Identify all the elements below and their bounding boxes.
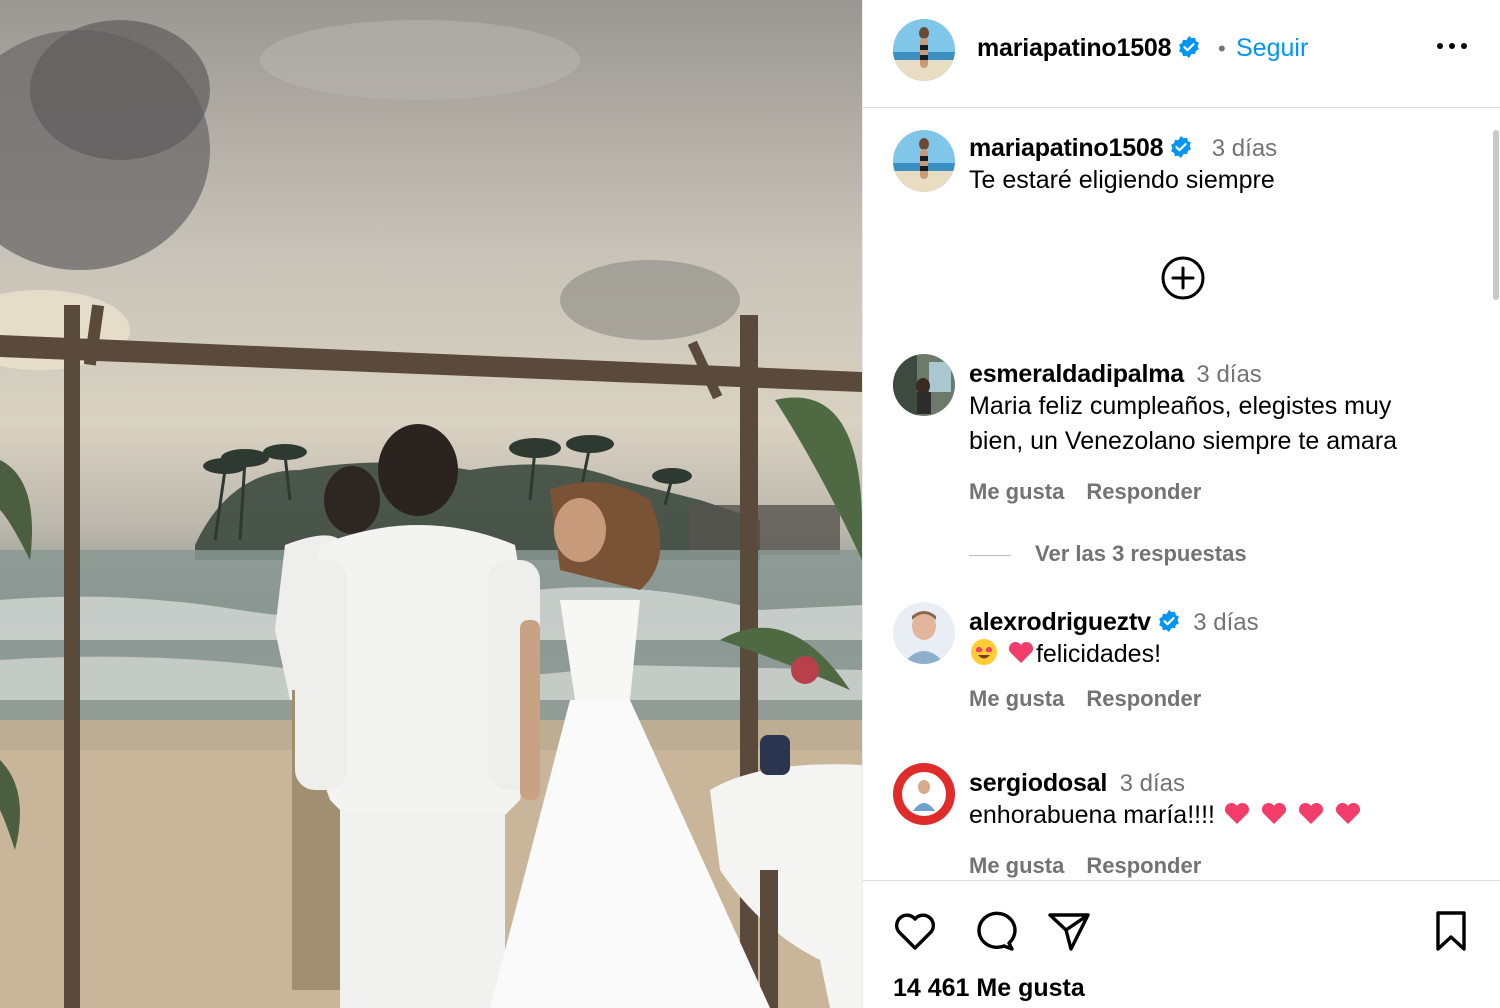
view-replies-button[interactable]: Ver las 3 respuestas — [969, 541, 1247, 567]
post-sidebar: mariapatino1508 • Seguir mariapatino1508… — [862, 0, 1500, 1008]
pink-heart-emoji-icon — [1008, 641, 1033, 663]
commenter-avatar[interactable] — [893, 602, 955, 664]
verified-badge-icon — [1179, 36, 1200, 58]
caption-time[interactable]: 3 días — [1212, 135, 1277, 162]
verified-badge-icon — [1171, 136, 1192, 158]
post-header: mariapatino1508 • Seguir — [863, 0, 1500, 108]
caption-avatar[interactable] — [893, 130, 955, 192]
post-photo[interactable] — [0, 0, 862, 1008]
comment-time[interactable]: 3 días — [1120, 770, 1185, 797]
comment-username[interactable]: alexrodrigueztv — [969, 608, 1151, 636]
comment-body: alexrodrigueztv 3 días felicidades! — [969, 608, 1469, 672]
comment-text: felicidades! — [969, 637, 1469, 672]
author-username-text[interactable]: mariapatino1508 — [977, 34, 1172, 62]
header-separator: • — [1218, 36, 1226, 61]
comment-icon[interactable] — [969, 907, 1017, 955]
pink-heart-emoji-icon — [1298, 802, 1323, 824]
heart-eyes-emoji-icon — [971, 639, 997, 665]
verified-badge-icon — [1158, 610, 1179, 632]
likes-count[interactable]: 14 461 Me gusta — [893, 974, 1085, 1003]
pink-heart-emoji-icon — [1224, 802, 1249, 824]
follow-button[interactable]: Seguir — [1236, 34, 1308, 63]
comment-text-content: enhorabuena maría!!!! — [969, 801, 1215, 829]
comments-scrollbar[interactable] — [1493, 130, 1499, 300]
comment-text-content: felicidades! — [1035, 640, 1162, 668]
more-options-icon[interactable] — [1435, 36, 1469, 56]
wedding-beach-photo — [0, 20, 862, 1008]
pink-heart-emoji-icon — [1261, 802, 1286, 824]
comment-row: sergiodosal 3 días enhorabuena maría!!!!… — [863, 763, 1500, 878]
author-avatar[interactable] — [893, 19, 955, 81]
caption-row: mariapatino1508 3 días Te estaré eligien… — [863, 130, 1500, 210]
like-comment-button[interactable]: Me gusta — [969, 686, 1064, 711]
comment-time[interactable]: 3 días — [1193, 609, 1258, 636]
like-comment-button[interactable]: Me gusta — [969, 853, 1064, 878]
like-comment-button[interactable]: Me gusta — [969, 479, 1064, 504]
comment-body: sergiodosal 3 días enhorabuena maría!!!! — [969, 769, 1469, 833]
reply-button[interactable]: Responder — [1086, 853, 1201, 878]
comment-username[interactable]: esmeraldadipalma — [969, 360, 1184, 388]
commenter-avatar[interactable] — [893, 763, 955, 825]
pink-heart-emoji-icon — [1335, 802, 1360, 824]
save-icon[interactable] — [1427, 907, 1475, 955]
reply-button[interactable]: Responder — [1086, 479, 1201, 504]
heart-icon[interactable] — [891, 907, 939, 955]
comment-actions: Me gusta Responder — [969, 686, 1223, 712]
comment-text: enhorabuena maría!!!! — [969, 798, 1469, 833]
comment-actions: Me gusta Responder — [969, 479, 1223, 505]
load-more-comments-icon[interactable] — [1159, 254, 1207, 302]
caption-text: Te estaré eligiendo siempre — [969, 166, 1275, 194]
share-icon[interactable] — [1045, 907, 1093, 955]
comment-row: alexrodrigueztv 3 días felicidades! Me g… — [863, 602, 1500, 712]
post-actions-bar: 14 461 Me gusta — [863, 880, 1500, 1008]
reply-button[interactable]: Responder — [1086, 686, 1201, 711]
comment-text-line: bien, un Venezolano siempre te amara — [969, 427, 1398, 455]
caption-username[interactable]: mariapatino1508 — [969, 134, 1164, 162]
comments-list[interactable]: mariapatino1508 3 días Te estaré eligien… — [863, 108, 1500, 880]
comment-username[interactable]: sergiodosal — [969, 769, 1107, 797]
comment-actions: Me gusta Responder — [969, 853, 1223, 879]
comment-row: esmeraldadipalma 3 días Maria feliz cump… — [863, 354, 1500, 514]
comment-time[interactable]: 3 días — [1196, 361, 1261, 388]
comment-body: esmeraldadipalma 3 días Maria feliz cump… — [969, 360, 1469, 459]
comment-text-line: Maria feliz cumpleaños, elegistes muy — [969, 392, 1392, 420]
caption-body: mariapatino1508 3 días Te estaré eligien… — [969, 134, 1469, 198]
author-username[interactable]: mariapatino1508 — [977, 34, 1201, 63]
commenter-avatar[interactable] — [893, 354, 955, 416]
